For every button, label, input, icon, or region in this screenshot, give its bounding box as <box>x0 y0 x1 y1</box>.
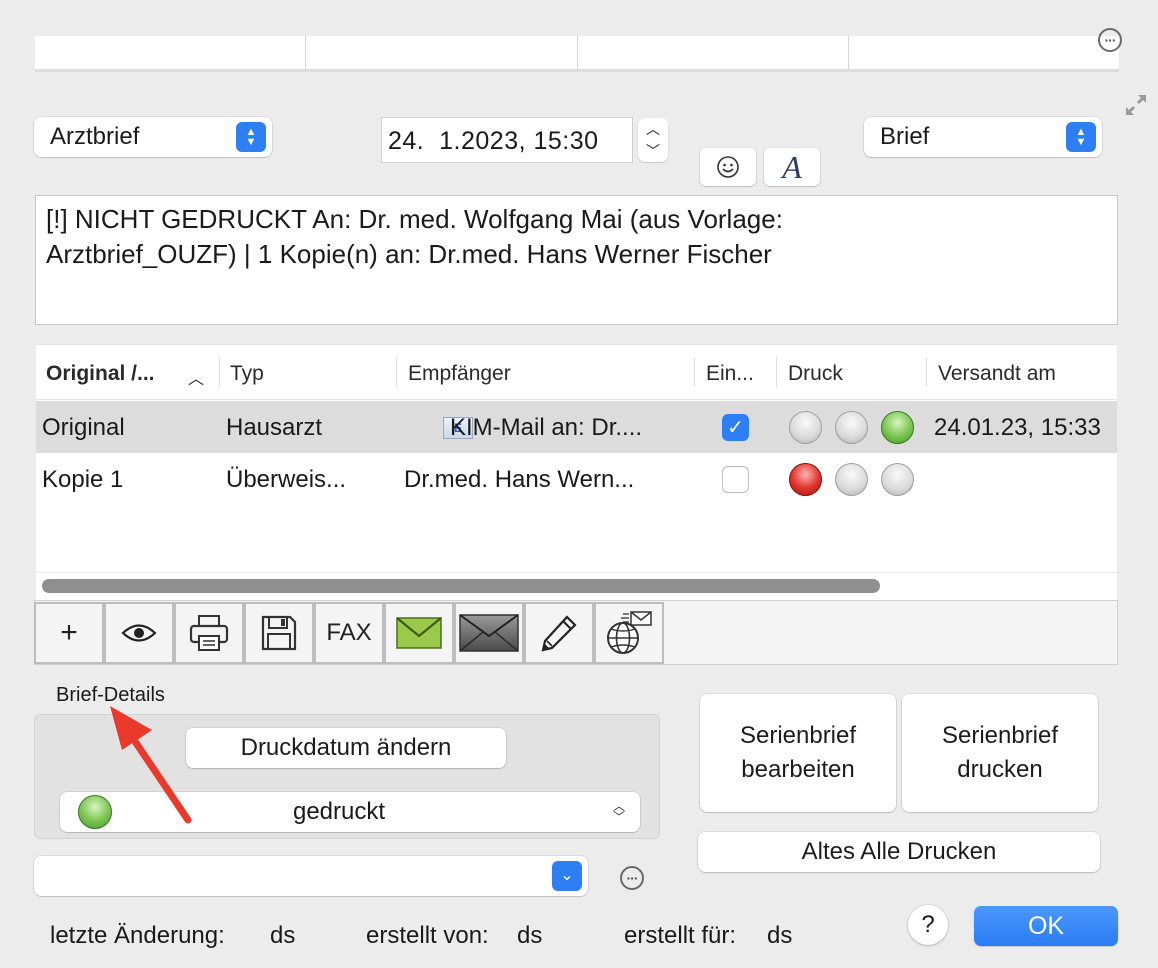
print-status-led <box>881 411 914 444</box>
cell-empfaenger: Dr.med. Hans Wern... <box>404 466 635 493</box>
created-for-label: erstellt für: <box>624 922 737 949</box>
change-print-date-button[interactable]: Druckdatum ändern <box>186 728 506 768</box>
column-header-original[interactable]: Original /... <box>46 362 155 386</box>
stepper-up-icon[interactable]: ︿ <box>646 119 660 139</box>
additional-combo-select[interactable]: ⌄ <box>34 856 588 896</box>
document-type-select[interactable]: Arztbrief ▲ ▼ <box>34 117 272 157</box>
stepper-down-icon[interactable]: ﹀ <box>646 141 660 161</box>
printer-icon <box>189 615 229 651</box>
chevron-down-icon: ⌄ <box>552 861 582 891</box>
add-button[interactable]: + <box>34 602 104 664</box>
date-stepper[interactable]: ︿ ﹀ <box>638 118 668 162</box>
serienbrief-drucken-button[interactable]: Serienbrief drucken <box>902 694 1098 812</box>
print-status-led <box>789 463 822 496</box>
serienbrief-drucken-line1: Serienbrief <box>941 722 1059 749</box>
serienbrief-bearbeiten-line2: bearbeiten <box>741 756 855 783</box>
print-status-led <box>835 411 868 444</box>
column-header-druck[interactable]: Druck <box>788 362 843 386</box>
fax-label: FAX <box>326 619 372 646</box>
more-icon[interactable]: ··· <box>1098 28 1122 52</box>
cell-versandt: 24.01.23, 15:33 <box>934 414 1101 441</box>
top-segment-4[interactable] <box>849 36 1119 69</box>
last-change-value: ds <box>270 922 296 949</box>
recipients-table: Original /... ︿ Typ Empfänger Ein... Dru… <box>36 344 1117 600</box>
print-button[interactable] <box>174 602 244 664</box>
checkmark-icon: ✓ <box>727 417 744 439</box>
altes-alle-drucken-button[interactable]: Altes Alle Drucken <box>698 832 1100 872</box>
document-type-value: Arztbrief <box>50 123 140 150</box>
font-button[interactable]: A <box>764 148 820 186</box>
table-row[interactable]: Original Hausarzt E KIM-Mail an: Dr.... … <box>36 401 1117 453</box>
fax-button[interactable]: FAX <box>314 602 384 664</box>
smiley-icon <box>717 156 739 178</box>
print-status-led <box>881 463 914 496</box>
add-icon: + <box>60 616 78 649</box>
created-by-label: erstellt von: <box>366 922 489 949</box>
cell-empfaenger: KIM-Mail an: Dr.... <box>450 414 643 441</box>
column-header-versandt[interactable]: Versandt am <box>938 362 1056 386</box>
table-header: Original /... ︿ Typ Empfänger Ein... Dru… <box>36 345 1117 400</box>
table-row[interactable]: Kopie 1 Überweis... Dr.med. Hans Wern... <box>36 453 1117 505</box>
select-arrows-icon: ︿ ﹀ <box>612 799 625 824</box>
include-checkbox[interactable] <box>722 466 749 493</box>
kim-mail-button[interactable] <box>454 602 524 664</box>
cell-typ: Hausarzt <box>226 414 323 441</box>
ok-button[interactable]: OK <box>974 906 1118 946</box>
floppy-disk-icon <box>261 615 297 651</box>
horizontal-scrollbar-thumb[interactable] <box>42 579 880 593</box>
print-status-led <box>789 411 822 444</box>
created-by-value: ds <box>517 922 543 949</box>
envelope-gray-icon <box>459 614 519 652</box>
serienbrief-drucken-line2: drucken <box>957 756 1043 783</box>
notes-line-1: [!] NICHT GEDRUCKT An: Dr. med. Wolfgang… <box>46 204 783 234</box>
preview-button[interactable] <box>104 602 174 664</box>
smiley-button[interactable] <box>700 148 756 186</box>
envelope-green-icon <box>396 617 442 649</box>
save-button[interactable] <box>244 602 314 664</box>
globe-mail-icon <box>607 611 652 654</box>
column-header-typ[interactable]: Typ <box>230 362 264 386</box>
more-icon[interactable]: ··· <box>620 866 644 890</box>
sort-ascending-icon[interactable]: ︿ <box>188 365 204 389</box>
date-time-field[interactable]: 24. 1.2023, 15:30 <box>381 117 633 163</box>
web-send-button[interactable] <box>594 602 664 664</box>
pencil-icon <box>541 615 577 652</box>
top-segment-2[interactable] <box>306 36 578 69</box>
expand-icon[interactable] <box>1122 91 1150 119</box>
font-icon: A <box>782 148 802 185</box>
serienbrief-bearbeiten-button[interactable]: Serienbrief bearbeiten <box>700 694 896 812</box>
column-header-empfaenger[interactable]: Empfänger <box>408 362 511 386</box>
created-for-value: ds <box>767 922 793 949</box>
notes-line-2: Arztbrief_OUZF) | 1 Kopie(n) an: Dr.med.… <box>46 239 772 269</box>
include-checkbox[interactable]: ✓ <box>722 414 749 441</box>
status-notes-area[interactable]: [!] NICHT GEDRUCKT An: Dr. med. Wolfgang… <box>35 195 1118 325</box>
help-button[interactable]: ? <box>908 905 948 945</box>
serienbrief-bearbeiten-line1: Serienbrief <box>739 722 857 749</box>
format-value: Brief <box>880 123 930 150</box>
edit-button[interactable] <box>524 602 594 664</box>
format-select[interactable]: Brief ▲ ▼ <box>864 117 1102 157</box>
annotation-arrow <box>110 706 192 824</box>
top-segmented-strip <box>35 36 1119 72</box>
cell-typ: Überweis... <box>226 466 347 493</box>
top-segment-1[interactable] <box>35 36 307 69</box>
cell-original: Original <box>42 414 125 441</box>
top-segment-3[interactable] <box>578 36 849 69</box>
select-arrows-icon: ▲ ▼ <box>1066 122 1096 152</box>
email-button[interactable] <box>384 602 454 664</box>
print-status-led <box>835 463 868 496</box>
last-change-label: letzte Änderung: <box>50 922 225 949</box>
eye-icon <box>121 624 157 642</box>
cell-original: Kopie 1 <box>42 466 124 493</box>
select-arrows-icon: ▲ ▼ <box>236 122 266 152</box>
column-header-ein[interactable]: Ein... <box>706 362 754 386</box>
